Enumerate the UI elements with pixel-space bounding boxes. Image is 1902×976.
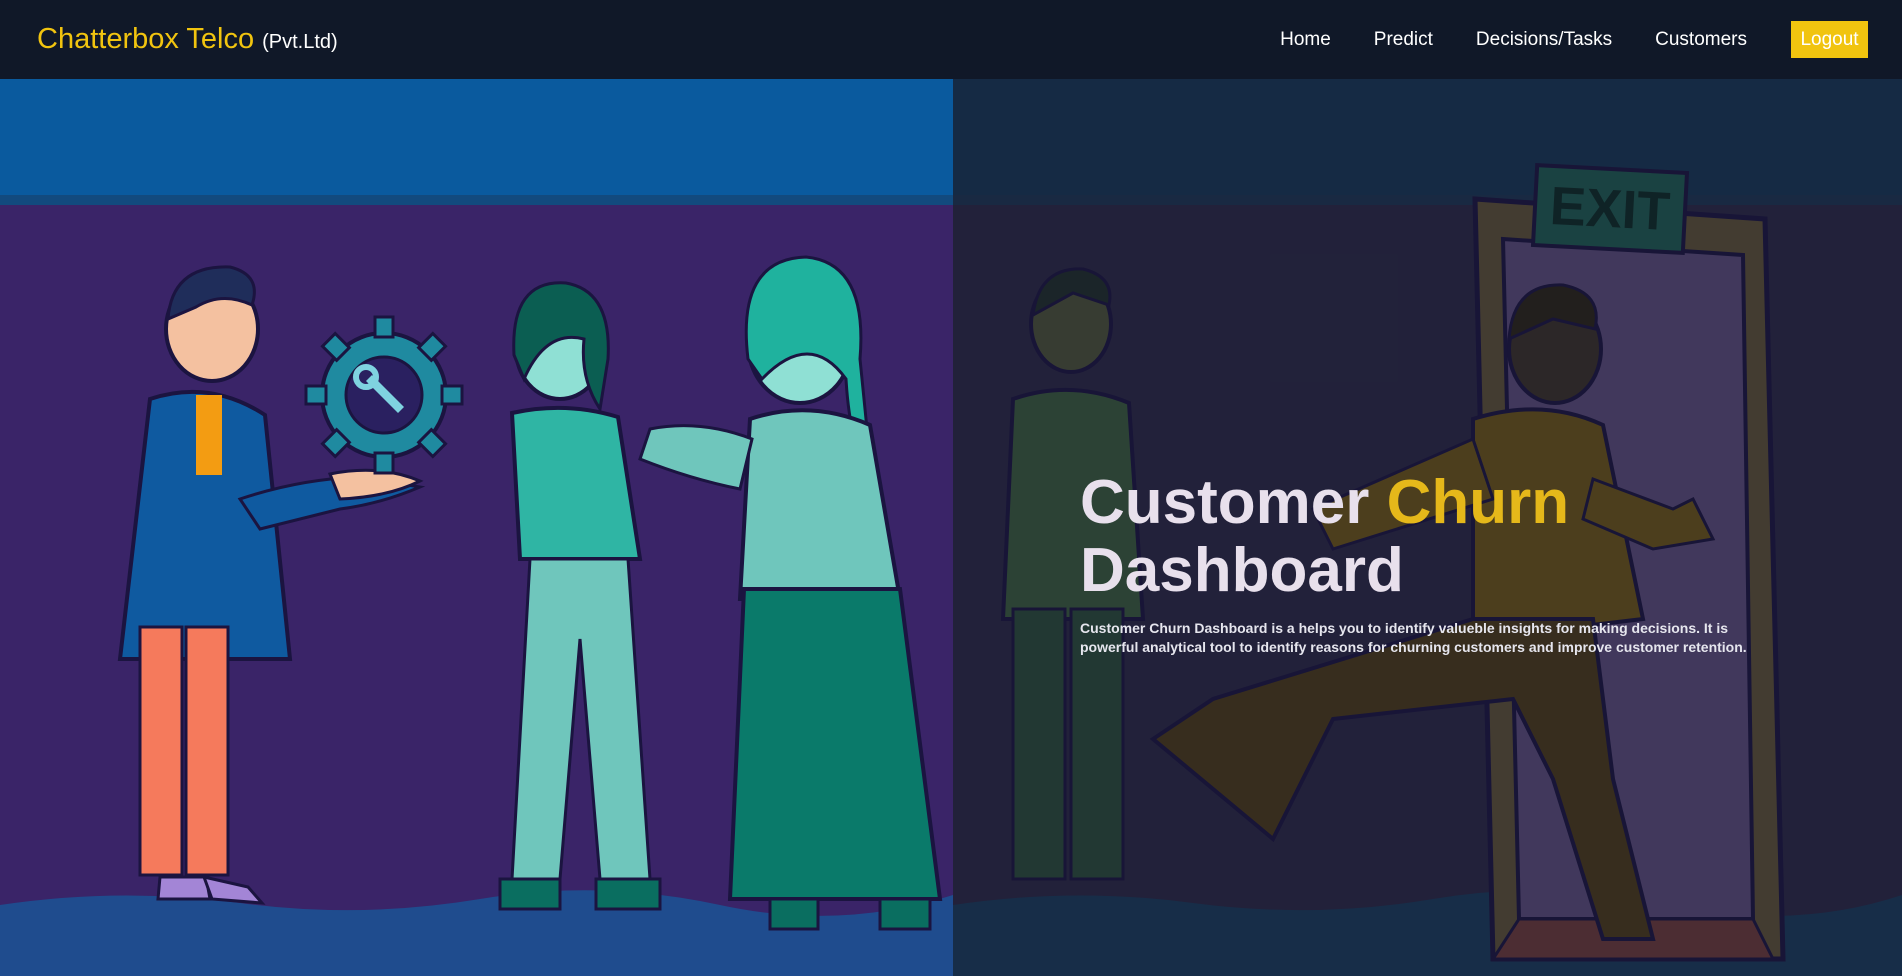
nav-home-link[interactable]: Home: [1280, 29, 1331, 51]
hero-section: EXIT Customer Churn Dashboard Customer C…: [0, 79, 1902, 976]
hero-description: Customer Churn Dashboard is a helps you …: [1080, 620, 1747, 655]
customer-support-illustration: [0, 79, 953, 976]
hero-title-part2: Dashboard: [1080, 536, 1404, 605]
logout-button[interactable]: Logout: [1791, 21, 1868, 58]
nav-customers-link[interactable]: Customers: [1655, 29, 1747, 51]
hero-title-accent: Churn: [1386, 468, 1570, 537]
nav-menu: Home Predict Decisions/Tasks Customers L…: [1237, 21, 1868, 58]
brand-suffix: (Pvt.Ltd): [262, 31, 338, 53]
nav-predict-link[interactable]: Predict: [1374, 29, 1433, 51]
brand-name[interactable]: Chatterbox Telco: [37, 23, 254, 56]
hero-text-block: Customer Churn Dashboard Customer Churn …: [1080, 469, 1780, 657]
hero-title-part1: Customer: [1080, 468, 1387, 537]
nav-decisions-tasks-link[interactable]: Decisions/Tasks: [1476, 29, 1612, 51]
gear-wrench-icon: [304, 315, 464, 475]
hero-title: Customer Churn Dashboard: [1080, 469, 1780, 605]
top-navbar: Chatterbox Telco (Pvt.Ltd) Home Predict …: [0, 0, 1902, 79]
brand[interactable]: Chatterbox Telco (Pvt.Ltd): [37, 23, 338, 56]
